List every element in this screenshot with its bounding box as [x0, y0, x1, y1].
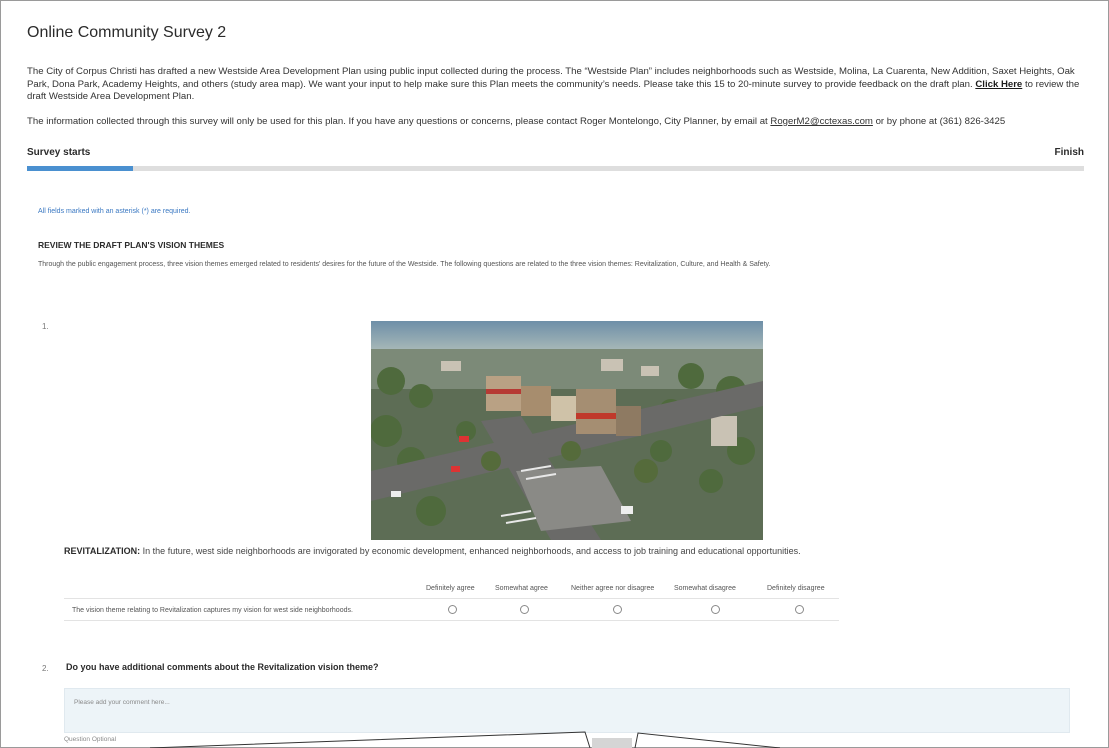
callout-lines [149, 731, 781, 748]
